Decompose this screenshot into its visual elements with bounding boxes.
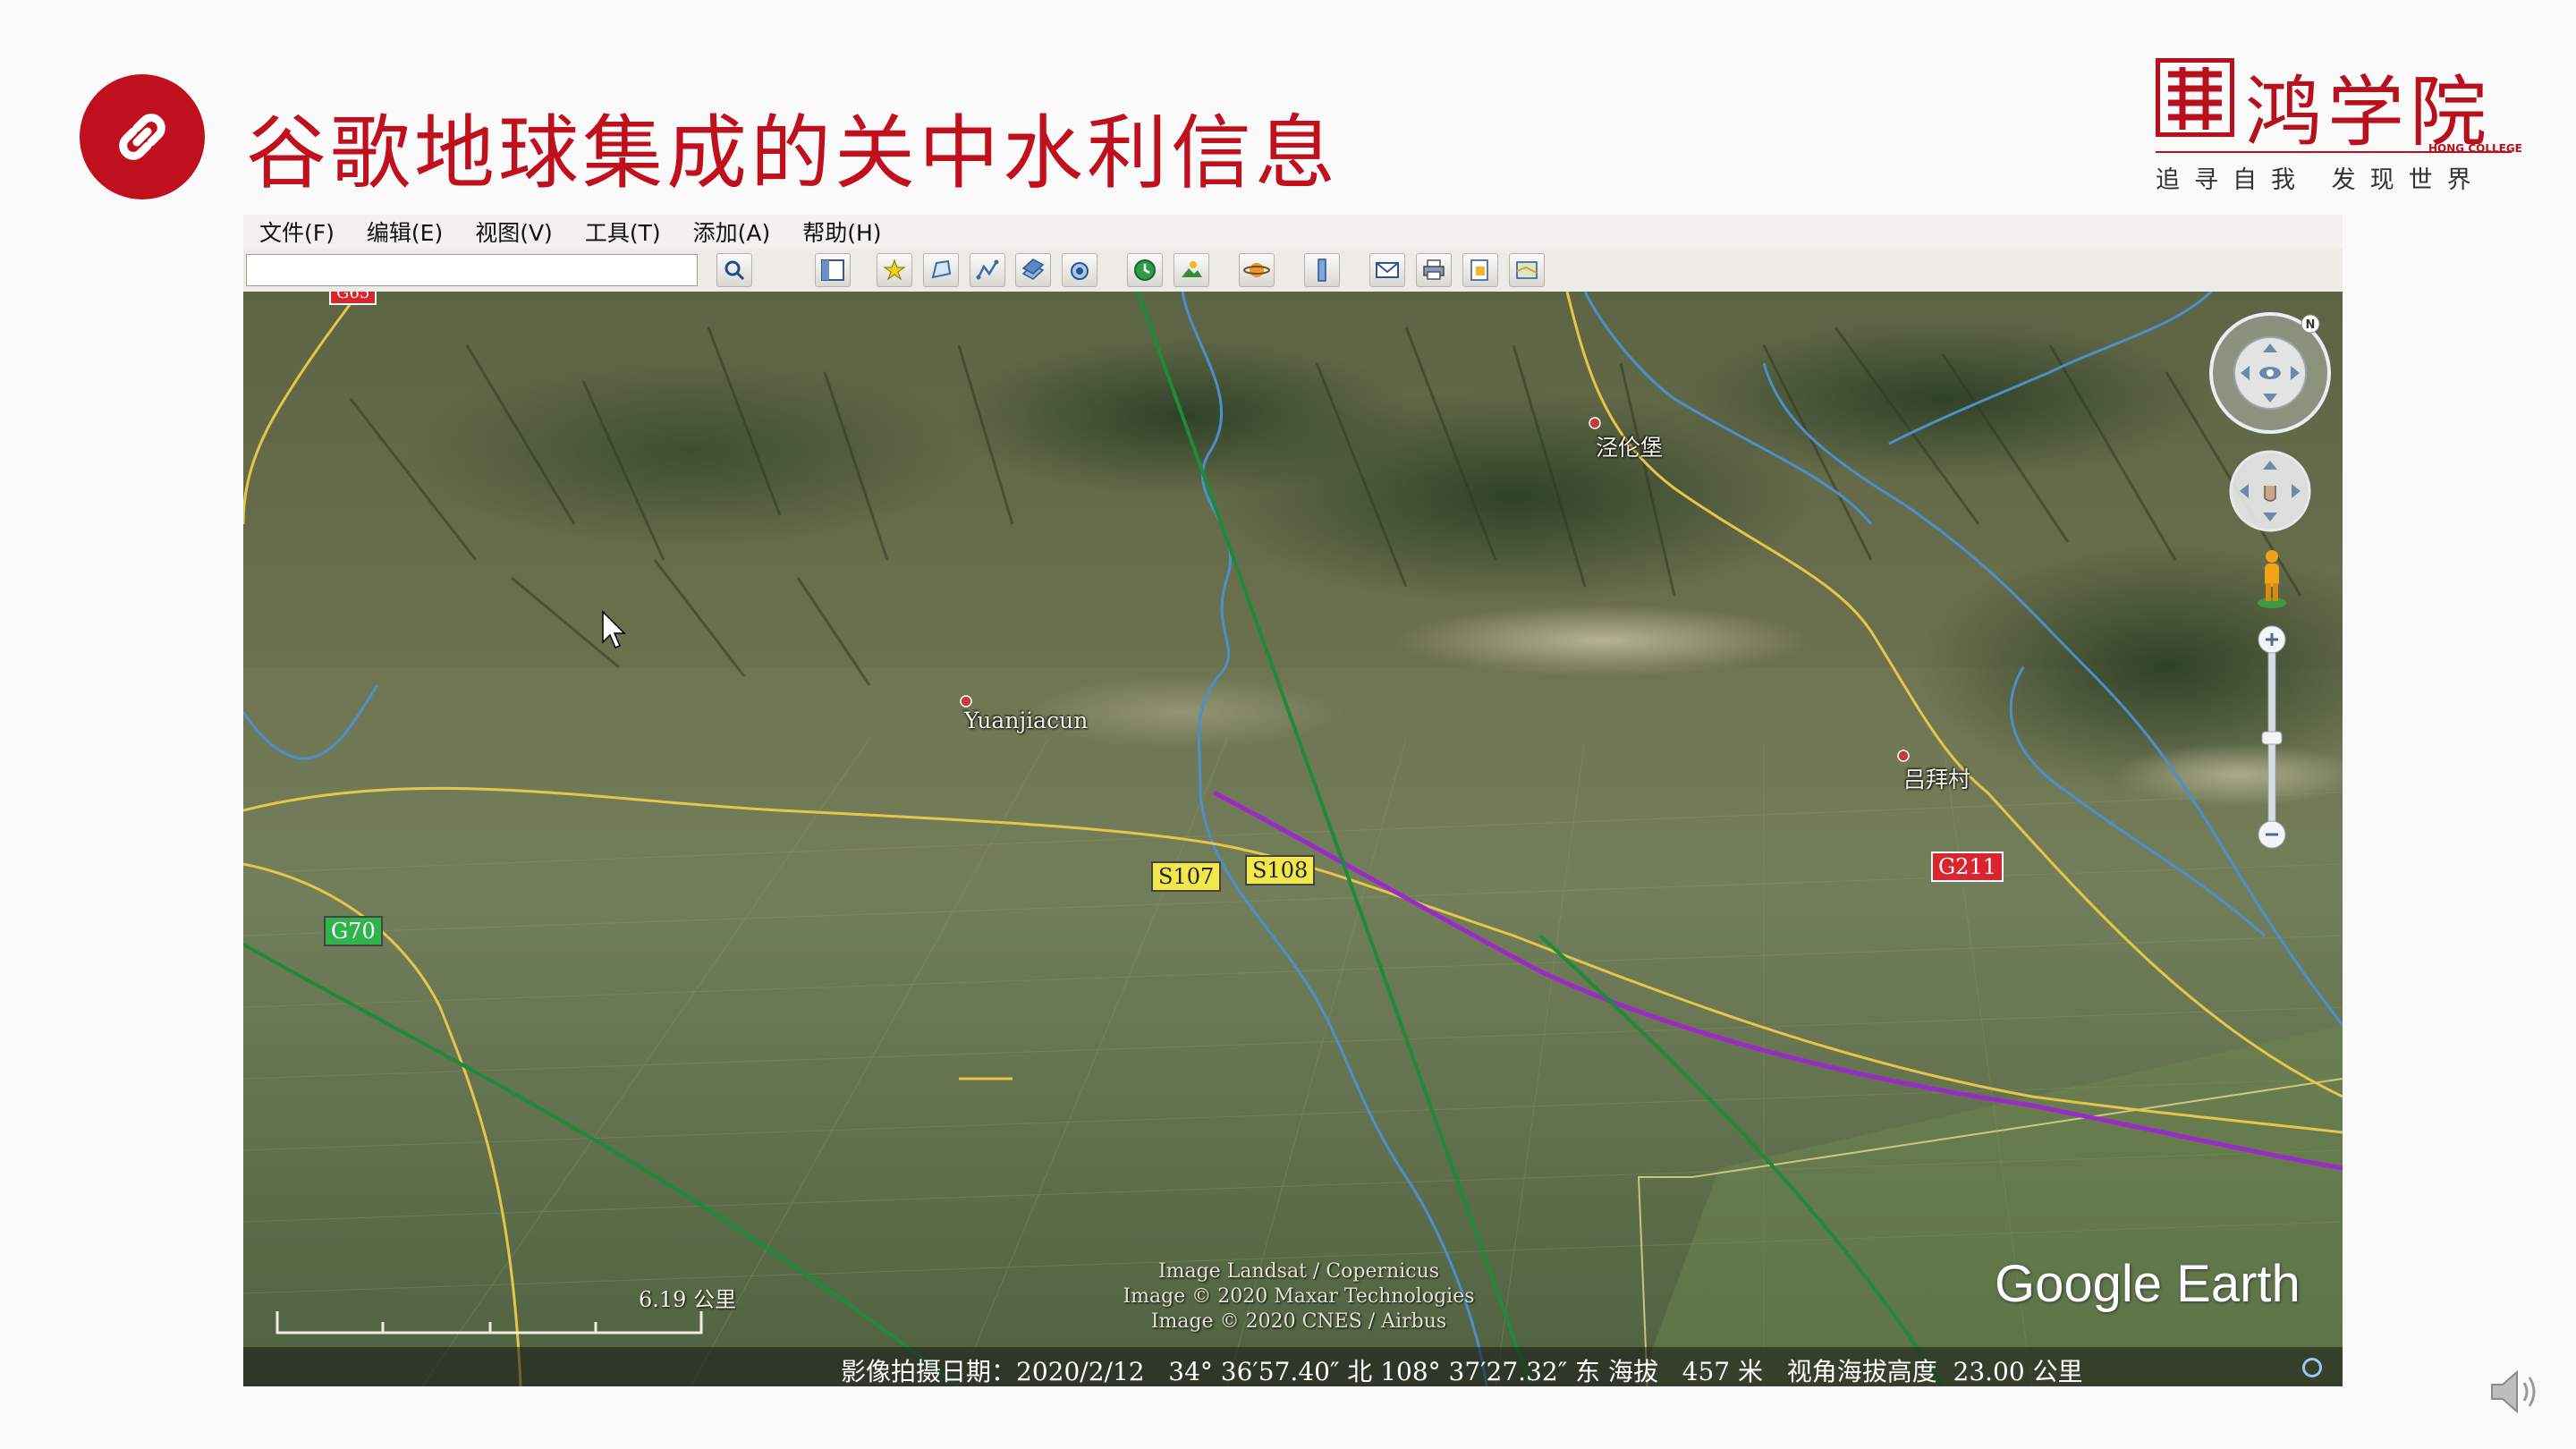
street-view-pegman-icon[interactable] <box>2256 547 2288 610</box>
zoom-slider[interactable] <box>2257 624 2287 850</box>
slide-title: 谷歌地球集成的关中水利信息 <box>246 106 1339 200</box>
add-polygon-button[interactable] <box>923 253 959 287</box>
view-in-maps-button[interactable] <box>1509 253 1545 287</box>
google-earth-window: 文件(F) 编辑(E) 视图(V) 工具(T) 添加(A) 帮助(H) Yuan… <box>243 215 2343 1386</box>
google-earth-logo: Google Earth <box>1995 1255 2301 1313</box>
brand-mark-icon <box>2155 57 2235 138</box>
menu-file[interactable]: 文件(F) <box>243 216 351 248</box>
menu-help[interactable]: 帮助(H) <box>786 216 897 248</box>
attribution-line: Image Landsat / Copernicus <box>1157 1260 1440 1283</box>
brand-logo: 鸿学院 HONG COLLEGE 追寻自我 发现世界 <box>2151 49 2536 201</box>
overlay-icon <box>1021 258 1045 280</box>
tour-icon <box>1071 262 1089 280</box>
status-bar: 影像拍摄日期：2020/2/12 34° 36′57.40″ 北 108° 37… <box>243 1347 2343 1386</box>
record-tour-button[interactable] <box>1062 253 1097 287</box>
status-text: 影像拍摄日期：2020/2/12 34° 36′57.40″ 北 108° 37… <box>841 1357 2083 1386</box>
menu-view[interactable]: 视图(V) <box>459 216 569 248</box>
path-icon <box>976 259 999 280</box>
ruler-button[interactable] <box>1304 253 1340 287</box>
place-label-yuanjiacun[interactable]: Yuanjiacun <box>964 708 1088 733</box>
print-icon <box>1423 259 1445 280</box>
search-icon <box>724 260 745 281</box>
route-shield-g211: G211 <box>1931 852 2004 882</box>
speaker-icon[interactable] <box>2488 1367 2544 1417</box>
look-joystick[interactable]: N <box>2207 309 2334 436</box>
sidebar-toggle-button[interactable] <box>815 253 851 287</box>
history-icon <box>1134 259 1156 281</box>
route-shield-g65: G65 <box>329 292 377 305</box>
menu-edit[interactable]: 编辑(E) <box>351 216 459 248</box>
sidebar-toggle-icon <box>821 259 844 281</box>
planet-icon <box>1243 263 1270 277</box>
earth-map-view[interactable]: Yuanjiacun 泾伦堡 吕拜村 S107 S108 G70 G211 G6… <box>243 292 2343 1386</box>
svg-text:N: N <box>2306 318 2316 332</box>
place-label-jinglunbao[interactable]: 泾伦堡 <box>1596 430 1663 462</box>
maps-icon <box>1516 261 1538 279</box>
route-shield-g70: G70 <box>324 916 383 946</box>
menu-bar: 文件(F) 编辑(E) 视图(V) 工具(T) 添加(A) 帮助(H) <box>243 215 2343 249</box>
sunlight-button[interactable] <box>1174 253 1209 287</box>
email-button[interactable] <box>1369 253 1405 287</box>
brand-slogan: 追寻自我 发现世界 <box>2156 166 2486 194</box>
streaming-status-icon <box>2302 1358 2322 1377</box>
add-placemark-button[interactable] <box>877 253 912 287</box>
imagery-attribution: Image Landsat / Copernicus Image © 2020 … <box>1066 1259 1531 1335</box>
sunlight-icon <box>1182 261 1202 277</box>
placemark-icon <box>883 258 906 281</box>
attribution-line: Image © 2020 Maxar Technologies <box>1123 1285 1475 1308</box>
attribution-line: Image © 2020 CNES / Airbus <box>1150 1310 1447 1333</box>
terrain-imagery <box>243 292 2343 1386</box>
save-image-button[interactable] <box>1462 253 1498 287</box>
place-label-lvbaicun[interactable]: 吕拜村 <box>1903 762 1970 794</box>
historical-imagery-button[interactable] <box>1127 253 1163 287</box>
route-shield-s108: S108 <box>1245 855 1316 886</box>
add-overlay-button[interactable] <box>1015 253 1051 287</box>
toolbar <box>243 249 2343 292</box>
add-path-button[interactable] <box>970 253 1005 287</box>
route-shield-s107: S107 <box>1151 861 1222 892</box>
link-badge-icon <box>80 74 205 199</box>
polygon-icon <box>931 259 952 279</box>
menu-add[interactable]: 添加(A) <box>677 216 787 248</box>
menu-tools[interactable]: 工具(T) <box>569 216 677 248</box>
ruler-icon <box>1318 258 1326 282</box>
scale-bar <box>275 1311 703 1335</box>
switch-planet-button[interactable] <box>1239 253 1275 287</box>
brand-english: HONG COLLEGE <box>2428 142 2522 155</box>
search-button[interactable] <box>716 253 752 287</box>
move-joystick[interactable] <box>2227 448 2313 534</box>
search-input[interactable] <box>246 254 698 286</box>
save-image-icon <box>1470 259 1488 281</box>
email-icon <box>1376 262 1399 278</box>
scale-label: 6.19 公里 <box>639 1287 737 1312</box>
print-button[interactable] <box>1416 253 1452 287</box>
